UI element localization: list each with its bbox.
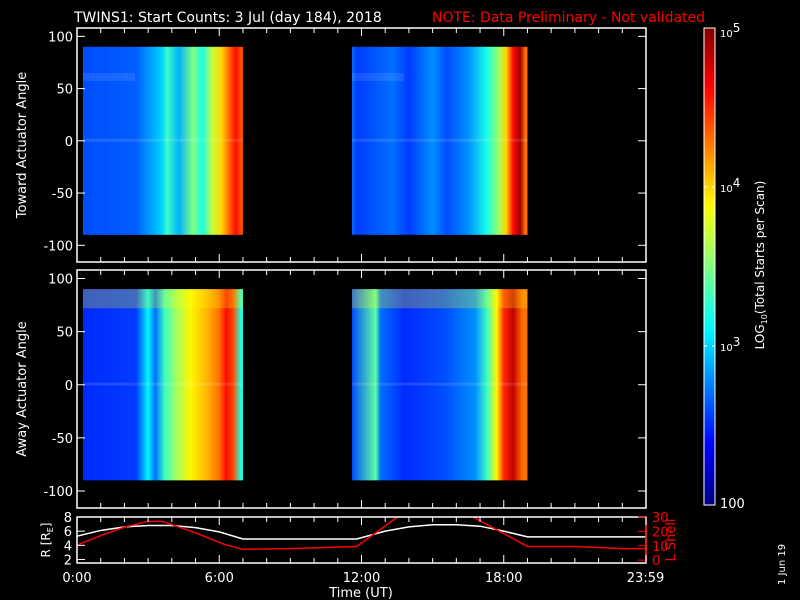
ylabel-toward: Toward Actuator Angle [15,72,30,219]
zero-angle-band [352,382,528,386]
ylabel-r: R [RE] [39,523,55,558]
angle-band [352,72,405,81]
colorbar-tick-label: 103 [720,335,740,354]
r-distance-line [77,524,646,540]
x-tick-label: 12:00 [343,571,380,586]
y-tick-label: 2 [64,553,72,568]
xlabel-time: Time (UT) [328,586,393,600]
x-tick-label: 23:59 [627,571,664,586]
orbit-panel: 246801020300:00 6:00 12:00 18:00 23:59 [62,511,668,586]
y2-tick-label: 0 [652,554,660,569]
y-tick-label: 6 [64,525,72,540]
y-tick-label: 0 [65,135,73,150]
data-note: NOTE: Data Preliminary - Not validated [432,10,705,26]
y-tick-label: 100 [48,273,73,288]
y-tick-label: -50 [52,432,73,447]
plot-title: TWINS1: Start Counts: 3 Jul (day 184), 2… [73,10,382,26]
y-tick-label: -50 [52,187,73,202]
footer-date: 1 Jun 19 [777,544,788,585]
ylabel-away: Away Actuator Angle [15,321,30,456]
y-tick-label: 8 [64,511,72,526]
y-tick-label: 100 [48,30,73,45]
high-angle-band [352,289,528,309]
y-tick-label: 4 [64,539,72,554]
angle-band [82,72,136,81]
y-tick-label: 50 [56,326,73,341]
colorbar: 105 104 103 100 [703,21,745,512]
x-tick-label: 0:00 [62,571,91,586]
zero-angle-band [352,138,528,142]
twins-start-counts-plot: TWINS1: Start Counts: 3 Jul (day 184), 2… [15,10,788,600]
y-tick-label: 0 [65,379,73,394]
toward-angle-panel: 100 50 0 -50 -100 [43,27,647,263]
colorbar-tick-label: 104 [720,176,740,195]
colorbar-label: LOG10(Total Starts per Scan) [753,181,769,350]
away-angle-panel: 100 50 0 -50 -100 [43,269,647,509]
y-tick-label: -100 [43,239,73,254]
y-tick-label: -100 [43,485,73,500]
x-tick-label: 18:00 [485,571,522,586]
colorbar-scale [703,27,716,506]
zero-angle-band [82,138,243,142]
ylabel-lshell: L Shell [664,518,679,561]
x-tick-label: 6:00 [205,571,234,586]
high-angle-band [82,289,243,309]
colorbar-tick-label: 105 [720,21,740,40]
y-tick-label: 50 [56,83,73,98]
zero-angle-band [82,382,243,386]
colorbar-tick-label: 100 [720,497,745,512]
